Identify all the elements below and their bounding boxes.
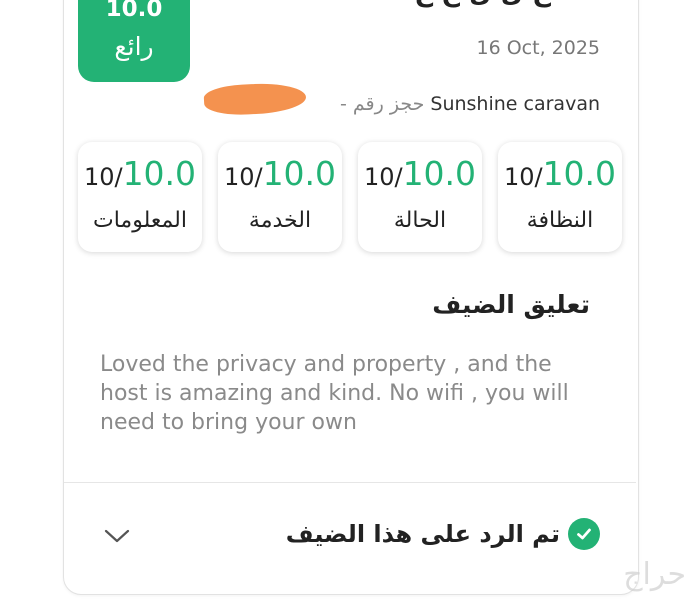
reply-status: تم الرد على هذا الضيف	[286, 518, 600, 550]
rating-tile-service: 10/10.0 الخدمة	[218, 142, 342, 252]
rating-label: الحالة	[393, 208, 447, 233]
overall-score: 10.0	[105, 0, 163, 22]
rating-value: 10/10.0	[83, 154, 197, 193]
watermark-logo: حراج	[623, 557, 686, 592]
rating-value: 10/10.0	[223, 154, 337, 193]
divider	[64, 482, 636, 483]
booking-number-label: - حجز رقم	[340, 93, 425, 115]
rating-tile-information: 10/10.0 المعلومات	[78, 142, 202, 252]
rating-label: المعلومات	[93, 208, 187, 233]
overall-score-badge: 10.0 رائع	[78, 0, 190, 82]
check-circle-icon	[568, 518, 600, 550]
guest-comment-title: تعليق الضيف	[432, 290, 590, 319]
rating-value: 10/10.0	[363, 154, 477, 193]
rating-tile-cleanliness: 10/10.0 النظافة	[498, 142, 622, 252]
rating-label: الخدمة	[248, 208, 312, 233]
overall-score-word: رائع	[114, 32, 154, 61]
rating-value: 10/10.0	[503, 154, 617, 193]
rating-tile-condition: 10/10.0 الحالة	[358, 142, 482, 252]
unit-name: Sunshine caravan	[430, 93, 600, 115]
reviewer-name: ع ل ل ح ع	[414, 0, 550, 8]
reply-status-text: تم الرد على هذا الضيف	[285, 520, 560, 548]
chevron-down-icon[interactable]	[103, 527, 131, 545]
booking-info: - حجز رقم Sunshine caravan	[340, 90, 600, 118]
guest-comment-text: Loved the privacy and property , and the…	[100, 352, 569, 435]
review-date: 16 Oct, 2025	[476, 37, 601, 59]
rating-label: النظافة	[526, 208, 594, 233]
